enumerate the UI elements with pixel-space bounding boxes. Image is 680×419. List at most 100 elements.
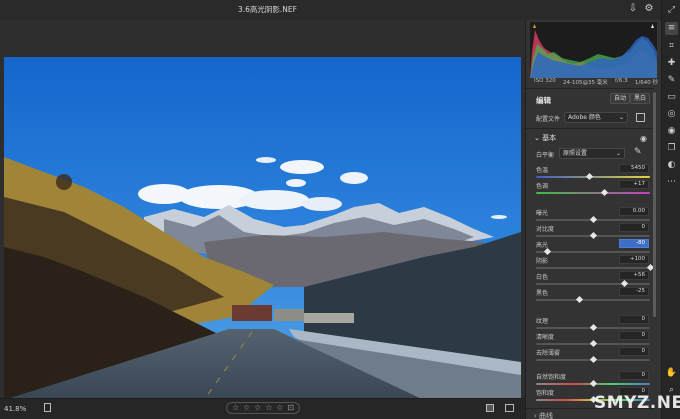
texture-value[interactable]: 0 xyxy=(619,315,649,324)
color-temp-value[interactable]: 5450 xyxy=(619,164,649,173)
whites-label: 白色 xyxy=(536,274,549,281)
clarity-slider[interactable] xyxy=(536,339,650,348)
lens-value: 24-105@35 毫米 xyxy=(563,80,608,86)
bw-button[interactable]: 黑白 xyxy=(630,93,651,104)
tool-strip: ⤢ ≡ ⌗ ✚ ✎ ▭ ◎ ◉ ❐ ◐ ⋯ ✋ ⌕ xyxy=(661,0,680,419)
clarity-value[interactable]: 0 xyxy=(619,331,649,340)
divider xyxy=(526,128,654,129)
wb-select[interactable]: 原照设置 ⌄ xyxy=(559,148,625,159)
vibrance-slider[interactable] xyxy=(536,379,650,388)
star-icon[interactable]: ☆ xyxy=(254,403,261,413)
curve-section-title: 曲线 xyxy=(539,412,554,419)
contrast-slider[interactable] xyxy=(536,231,650,240)
panel-scrollbar[interactable] xyxy=(653,92,656,317)
star-icon[interactable]: ☆ xyxy=(276,403,283,413)
title-bar: 3.6高光阴影.NEF ⇩ ⚙ xyxy=(0,0,680,20)
slider-knob[interactable] xyxy=(589,323,597,332)
color-temp-slider[interactable] xyxy=(536,172,650,181)
dehaze-label: 去除薄雾 xyxy=(536,350,561,357)
slider-knob[interactable] xyxy=(589,231,597,240)
slider-knob[interactable] xyxy=(589,215,597,224)
presets-icon[interactable]: ◐ xyxy=(665,159,678,172)
edit-panel: ISO 320 24-105@35 毫米 f/6.3 1/640 秒 编辑 自动… xyxy=(525,20,661,419)
redeye-icon[interactable]: ◉ xyxy=(665,125,678,138)
texture-label: 纹理 xyxy=(536,318,549,325)
slider-knob[interactable] xyxy=(589,355,597,364)
vibrance-value[interactable]: 0 xyxy=(619,371,649,380)
slider-knob[interactable] xyxy=(621,279,629,288)
filmstrip-icon[interactable] xyxy=(44,403,51,412)
star-icon[interactable]: ☆ xyxy=(232,403,239,413)
snapshots-icon[interactable]: ❐ xyxy=(665,142,678,155)
mask-overlay-icon[interactable] xyxy=(486,404,494,412)
trash-icon[interactable]: ⊡ xyxy=(287,403,294,413)
tint-slider[interactable] xyxy=(536,188,650,197)
rating-stars[interactable]: ☆ ☆ ☆ ☆ ☆ ⊡ xyxy=(226,402,300,414)
edit-sliders-icon[interactable]: ≡ xyxy=(665,22,678,35)
exposure-slider[interactable] xyxy=(536,215,650,224)
expand-icon[interactable]: ⤢ xyxy=(665,4,678,17)
profile-label: 配置文件 xyxy=(536,116,561,123)
image-canvas[interactable] xyxy=(0,20,525,400)
highlights-slider[interactable] xyxy=(536,247,650,256)
compare-view-icon[interactable] xyxy=(505,404,514,412)
brush-icon[interactable]: ✎ xyxy=(665,74,678,87)
shadows-label: 阴影 xyxy=(536,258,549,265)
contrast-label: 对比度 xyxy=(536,226,555,233)
eyedropper-icon[interactable]: ✎ xyxy=(634,147,642,157)
slider-knob[interactable] xyxy=(589,339,597,348)
graduated-filter-icon[interactable]: ▭ xyxy=(665,91,678,104)
star-icon[interactable]: ☆ xyxy=(243,403,250,413)
star-icon[interactable]: ☆ xyxy=(265,403,272,413)
healing-icon[interactable]: ✚ xyxy=(665,57,678,70)
chevron-down-icon: ⌄ xyxy=(534,134,540,142)
chevron-right-icon: › xyxy=(534,412,537,419)
basic-section-header[interactable]: ⌄ 基本 xyxy=(534,133,556,143)
clarity-label: 清晰度 xyxy=(536,334,555,341)
blacks-value[interactable]: -25 xyxy=(619,287,649,296)
blacks-slider[interactable] xyxy=(536,295,650,304)
vibrance-label: 自然饱和度 xyxy=(536,374,567,381)
slider-knob[interactable] xyxy=(589,379,597,388)
zoom-level[interactable]: 41.8% xyxy=(4,405,26,413)
texture-slider[interactable] xyxy=(536,323,650,332)
photo-preview[interactable] xyxy=(4,57,521,400)
radial-filter-icon[interactable]: ◎ xyxy=(665,108,678,121)
profile-browser-icon[interactable] xyxy=(636,113,645,122)
eye-icon[interactable]: ◉ xyxy=(640,134,647,143)
histogram xyxy=(530,22,657,78)
slider-knob[interactable] xyxy=(543,247,551,256)
wb-value: 原照设置 xyxy=(563,150,588,157)
whites-value[interactable]: +56 xyxy=(619,271,649,280)
shadows-slider[interactable] xyxy=(536,263,654,272)
contrast-value[interactable]: 0 xyxy=(619,223,649,232)
slider-knob[interactable] xyxy=(575,295,583,304)
profile-select[interactable]: Adobe 颜色 ⌄ xyxy=(564,112,628,123)
highlights-value[interactable]: -80 xyxy=(619,239,649,248)
saturation-label: 饱和度 xyxy=(536,390,555,397)
panel-title: 编辑 xyxy=(536,96,551,105)
shadows-value[interactable]: +100 xyxy=(619,255,649,264)
aperture-value: f/6.3 xyxy=(615,78,628,84)
dehaze-value[interactable]: 0 xyxy=(619,347,649,356)
gear-icon[interactable]: ⚙ xyxy=(643,3,655,15)
iso-value: ISO 320 xyxy=(534,78,556,84)
slider-knob[interactable] xyxy=(600,188,608,197)
crop-icon[interactable]: ⌗ xyxy=(665,40,678,53)
slider-knob[interactable] xyxy=(586,172,594,181)
shutter-value: 1/640 秒 xyxy=(634,80,658,86)
whites-slider[interactable] xyxy=(536,279,650,288)
hand-icon[interactable]: ✋ xyxy=(665,367,678,380)
more-icon[interactable]: ⋯ xyxy=(665,176,678,189)
tint-value[interactable]: +17 xyxy=(619,180,649,189)
auto-button[interactable]: 自动 xyxy=(610,93,631,104)
chevron-down-icon: ⌄ xyxy=(618,114,624,121)
landscape-photo xyxy=(4,57,521,400)
chevron-down-icon: ⌄ xyxy=(615,150,621,157)
wb-label: 白平衡 xyxy=(536,152,555,159)
export-icon[interactable]: ⇩ xyxy=(627,3,639,15)
curve-section-header[interactable]: › 曲线 xyxy=(534,411,553,419)
tint-label: 色调 xyxy=(536,183,549,190)
dehaze-slider[interactable] xyxy=(536,355,650,364)
exposure-value[interactable]: 0.00 xyxy=(619,207,649,216)
